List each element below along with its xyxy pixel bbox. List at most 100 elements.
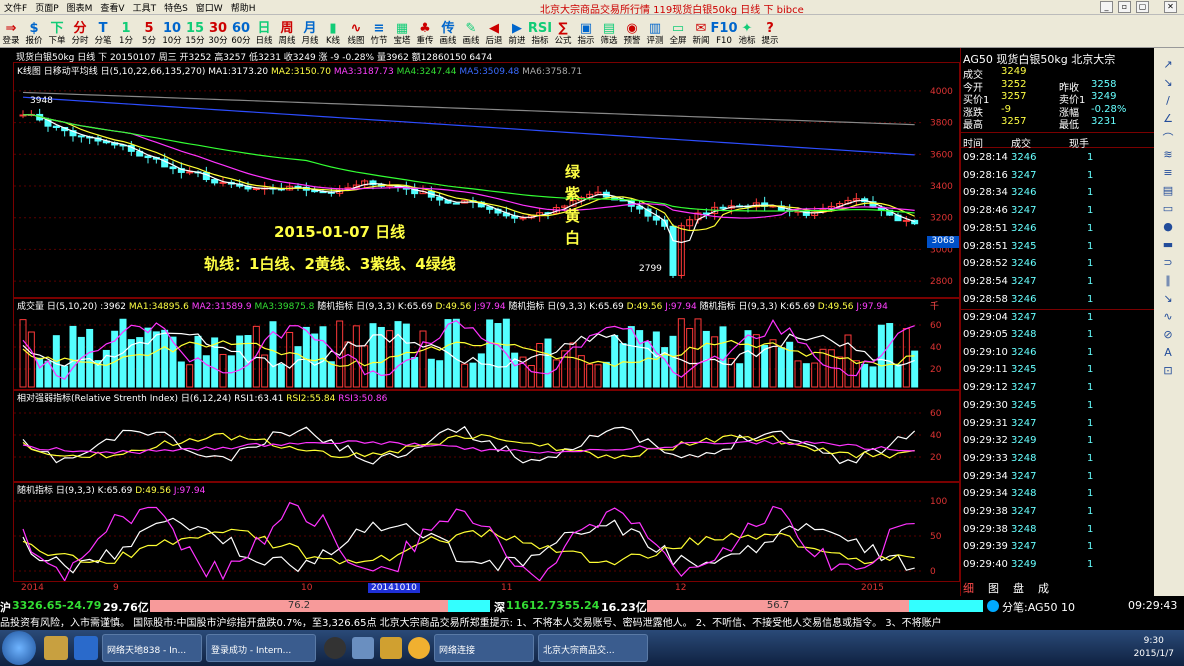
- chrome-icon[interactable]: [408, 637, 430, 659]
- toolbar-button-0[interactable]: ⇒ 登录: [0, 16, 22, 47]
- photoshop-icon[interactable]: [74, 636, 98, 660]
- draw-tool-icon[interactable]: ↘: [1160, 292, 1176, 306]
- draw-tool-icon[interactable]: ↗: [1160, 58, 1176, 72]
- toolbar-button-16[interactable]: ≡ 竹节: [368, 16, 390, 47]
- draw-tool-icon[interactable]: ●: [1160, 220, 1176, 234]
- draw-tool-icon[interactable]: /: [1160, 94, 1176, 108]
- task-trading-app[interactable]: 北京大宗商品交...: [538, 634, 648, 662]
- kdj-panel[interactable]: 随机指标 日(9,3,3) K:65.69 D:49.56 J:97.94 10…: [13, 482, 960, 582]
- kline-panel[interactable]: K线图 日移动平均线 日(5,10,22,66,135,270) MA1:317…: [13, 62, 960, 298]
- app-icon[interactable]: [352, 637, 374, 659]
- toolbar-button-9[interactable]: 30 30分: [207, 16, 229, 47]
- toolbar-button-28[interactable]: ▥ 评测: [644, 16, 666, 47]
- toolbar-button-29[interactable]: ▭ 全屏: [667, 16, 689, 47]
- menu-item-view[interactable]: 查看V: [96, 1, 128, 14]
- draw-tool-icon[interactable]: ▭: [1160, 202, 1176, 216]
- start-button[interactable]: [2, 631, 36, 665]
- qq-icon[interactable]: [324, 637, 346, 659]
- draw-tool-icon[interactable]: ↘: [1160, 76, 1176, 90]
- draw-tool-icon[interactable]: ⊡: [1160, 364, 1176, 378]
- chart-area[interactable]: 现货白银50kg 日线 下 20150107 周三 开3252 高3257 低3…: [13, 48, 960, 596]
- toolbar-button-25[interactable]: ▣ 指示: [575, 16, 597, 47]
- toolbar-button-20[interactable]: ✎ 画线: [460, 16, 482, 47]
- toolbar-button-15[interactable]: ∿ 线图: [345, 16, 367, 47]
- toolbar-button-18[interactable]: ♣ 重传: [414, 16, 436, 47]
- tab-chart[interactable]: 图: [988, 580, 999, 595]
- toolbar-button-33[interactable]: ? 提示: [759, 16, 781, 47]
- toolbar-button-13[interactable]: 月月线: [299, 16, 321, 47]
- task-network[interactable]: 网络连接: [434, 634, 534, 662]
- toolbar-button-31[interactable]: F10 F10: [711, 16, 738, 47]
- tick-row: 09:29:30 3245 1: [961, 398, 1155, 415]
- draw-tool-icon[interactable]: ⊃: [1160, 256, 1176, 270]
- price-tick-label: 3600: [930, 150, 953, 160]
- toolbar-button-12[interactable]: 周周线: [276, 16, 298, 47]
- toolbar-button-3[interactable]: 分分时: [69, 16, 91, 47]
- menu-item-tools[interactable]: 工具T: [129, 1, 161, 14]
- maximize-button[interactable]: ▢: [1136, 1, 1149, 13]
- draw-tool-icon[interactable]: ∿: [1160, 310, 1176, 324]
- draw-tool-icon[interactable]: ≋: [1160, 148, 1176, 162]
- draw-tool-icon[interactable]: ⌒: [1160, 130, 1176, 145]
- tick-time: 09:29:38: [963, 506, 1008, 517]
- menu-item-chart[interactable]: 图表M: [63, 1, 97, 14]
- toolbar-label: 池标: [738, 36, 756, 46]
- tab-detail[interactable]: 细: [963, 580, 974, 595]
- draw-tool-icon[interactable]: ⊘: [1160, 328, 1176, 342]
- tick-volume: 1: [1087, 488, 1094, 500]
- menu-item-window[interactable]: 窗口W: [192, 1, 227, 14]
- toolbar-button-7[interactable]: 10 10分: [161, 16, 183, 47]
- toolbar-button-5[interactable]: 1 1分: [115, 16, 137, 47]
- tick-volume: 1: [1087, 205, 1094, 217]
- toolbar-button-30[interactable]: ✉ 新闻: [690, 16, 712, 47]
- toolbar-button-19[interactable]: 传画线: [437, 16, 459, 47]
- volume-bar: [327, 361, 335, 388]
- rsi-panel[interactable]: 相对强弱指标(Relative Strenth Index) 日(6,12,24…: [13, 390, 960, 482]
- clock[interactable]: 9:30 2015/1/7: [1134, 635, 1174, 661]
- task-browser-2[interactable]: 登录成功 - Intern...: [206, 634, 316, 662]
- volume-bar: [786, 341, 794, 388]
- menu-item-page[interactable]: 页面P: [31, 1, 62, 14]
- volume-panel[interactable]: 成交量 日(5,10,20) :3962 MA1:34895.6 MA2:315…: [13, 298, 960, 390]
- news-ticker[interactable]: 品投资有风险，入市需谨慎。 国际股市:中国股市沪综指开盘跌0.7%，至3,326…: [0, 614, 1184, 629]
- toolbar-button-11[interactable]: 日日线: [253, 16, 275, 47]
- tick-price: 3247: [1011, 506, 1037, 517]
- toolbar-button-17[interactable]: ▦ 宝塔: [391, 16, 413, 47]
- toolbar-button-26[interactable]: ▤ 筛选: [598, 16, 620, 47]
- toolbar-button-14[interactable]: ▮ K线: [322, 16, 344, 47]
- toolbar-button-24[interactable]: ∑ 公式: [552, 16, 574, 47]
- menu-item-help[interactable]: 帮助H: [227, 1, 260, 14]
- toolbar-button-1[interactable]: $ 报价: [23, 16, 45, 47]
- toolbar-button-8[interactable]: 15 15分: [184, 16, 206, 47]
- ftp-icon[interactable]: [380, 637, 402, 659]
- toolbar-button-2[interactable]: 下下单: [46, 16, 68, 47]
- toolbar-icon: 15: [185, 21, 205, 36]
- draw-tool-icon[interactable]: ▤: [1160, 184, 1176, 198]
- explorer-icon[interactable]: [44, 636, 68, 660]
- toolbar-button-32[interactable]: ✦ 池标: [736, 16, 758, 47]
- toolbar-button-22[interactable]: ▶ 前进: [506, 16, 528, 47]
- toolbar-icon: ▦: [395, 21, 409, 36]
- draw-tool-icon[interactable]: A: [1160, 346, 1176, 360]
- tick-price: 3247: [1011, 417, 1037, 429]
- menu-item-special[interactable]: 特色S: [160, 1, 192, 14]
- tab-trades[interactable]: 成: [1038, 580, 1049, 595]
- minimize-button[interactable]: _: [1100, 1, 1113, 13]
- toolbar-button-27[interactable]: ◉ 预警: [621, 16, 643, 47]
- tick-list[interactable]: 09:28:14 3246 1 09:28:16 3247 1 09:28:34 3246 1 0…: [961, 150, 1155, 576]
- draw-tool-icon[interactable]: ≡: [1160, 166, 1176, 180]
- toolbar-button-21[interactable]: ◀ 后退: [483, 16, 505, 47]
- draw-tool-icon[interactable]: ∥: [1160, 274, 1176, 288]
- task-browser-1[interactable]: 网络天地838 - In...: [102, 634, 202, 662]
- tab-order-book[interactable]: 盘: [1013, 580, 1024, 595]
- close-button[interactable]: ✕: [1164, 1, 1177, 13]
- toolbar-label: 10分: [162, 36, 182, 46]
- menu-item-file[interactable]: 文件F: [0, 1, 31, 14]
- draw-tool-icon[interactable]: ∠: [1160, 112, 1176, 126]
- toolbar-button-10[interactable]: 60 60分: [230, 16, 252, 47]
- draw-tool-icon[interactable]: ▬: [1160, 238, 1176, 252]
- toolbar-button-23[interactable]: RSI 指标: [528, 16, 552, 47]
- toolbar-button-6[interactable]: 5 5分: [138, 16, 160, 47]
- toolbar-button-4[interactable]: T 分笔: [92, 16, 114, 47]
- restore-button[interactable]: ▫: [1118, 1, 1131, 13]
